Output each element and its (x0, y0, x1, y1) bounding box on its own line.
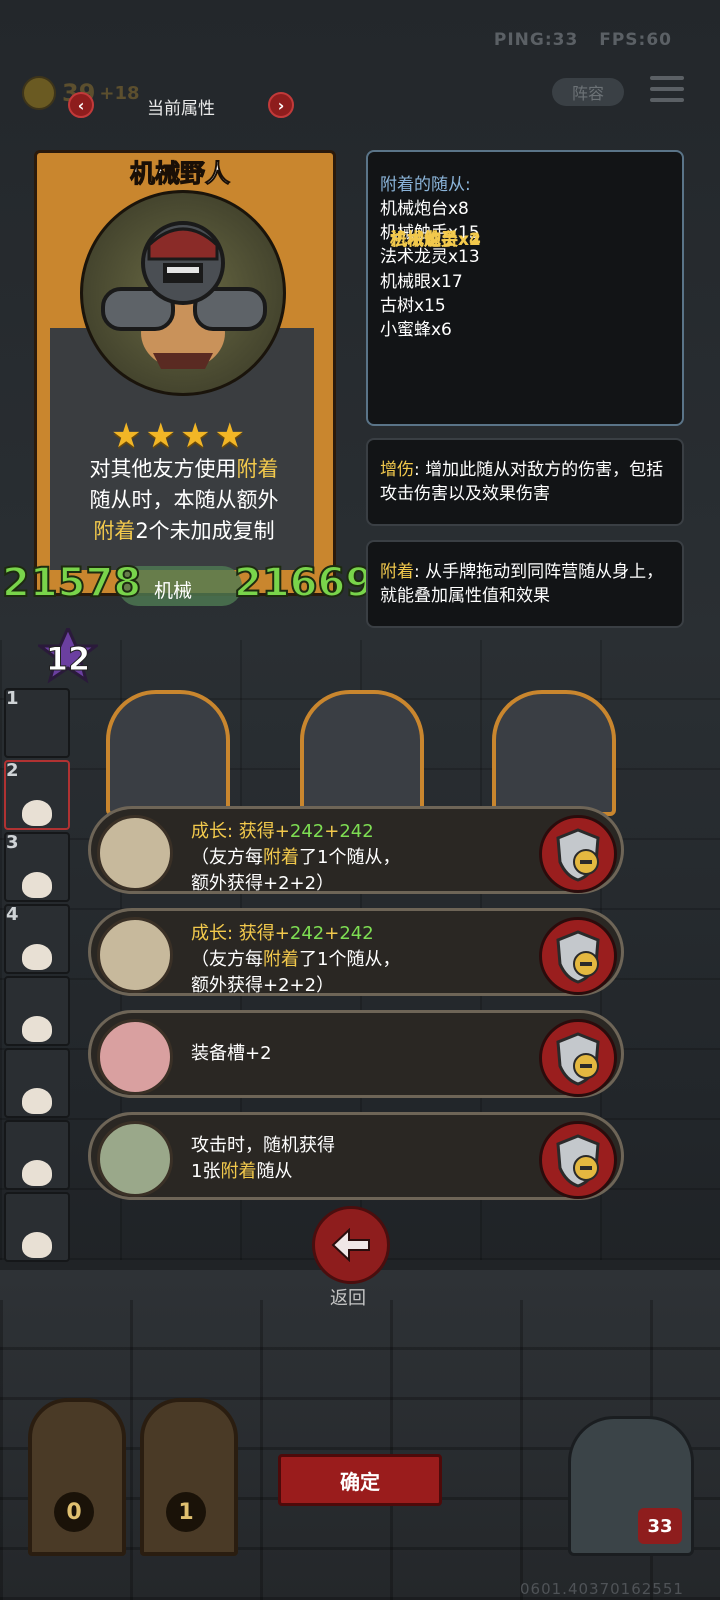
card-description: 对其他友方使用附着 随从时，本随从额外 附着2个未加成复制 (89, 457, 279, 543)
upgrade-row: 装备槽+2 (88, 1010, 624, 1098)
attached-minion-row: 古树x15 (380, 295, 446, 316)
side-slot[interactable] (4, 976, 70, 1046)
remove-upgrade-button[interactable] (539, 1019, 617, 1097)
keyword-name: 附着 (380, 562, 414, 582)
skull-icon (22, 1160, 52, 1186)
confirm-label: 确定 (340, 1469, 380, 1494)
tavern-level-badge: 12 (35, 624, 101, 684)
remove-upgrade-button[interactable] (539, 1121, 617, 1199)
fps-readout: FPS:60 (599, 30, 672, 50)
keyword-attach: 附着 (93, 519, 136, 543)
lineup-button[interactable]: 阵容 (552, 78, 624, 106)
attached-minion-row: 机械炮台x8 (380, 199, 469, 219)
side-slot[interactable] (4, 1120, 70, 1190)
skull-icon (22, 1232, 52, 1258)
side-slot[interactable] (4, 1048, 70, 1118)
coin-icon (22, 76, 56, 110)
tribe-label: 机械 (154, 580, 193, 602)
keyword-name: 增伤 (380, 460, 414, 480)
chest-door[interactable]: 1 (140, 1398, 238, 1556)
network-stats: PING:33 FPS:60 (480, 30, 672, 50)
prev-arrow-button[interactable]: ‹ (68, 92, 94, 118)
skull-icon (22, 800, 52, 826)
shield-minus-icon (556, 1134, 600, 1188)
minion-card: 机械野人 ★★★★ 对其他友方使用附着 随从时，本随从额外 附着2个未加成复制 21… (1, 136, 374, 616)
pig-icon (97, 1019, 173, 1095)
attached-minions-heading: 附着的随从: (380, 175, 471, 195)
back-label: 返回 (330, 1288, 366, 1309)
upgrade-row: 成长: 获得+242+242 （友方每附着了1个随从， 额外获得+2+2） (88, 908, 624, 996)
shield-minus-icon (556, 930, 600, 984)
skull-icon (22, 1016, 52, 1042)
health-stat: 21669 (233, 559, 374, 607)
remove-upgrade-button[interactable] (539, 815, 617, 893)
side-slot[interactable]: 4 (4, 904, 70, 974)
star-rating: ★★★★ (111, 416, 249, 456)
shield-minus-icon (556, 1032, 600, 1086)
next-arrow-button[interactable]: › (268, 92, 294, 118)
hero-health: 33 (638, 1508, 682, 1544)
attribute-title: 当前属性 (147, 99, 215, 119)
upgrade-row: 成长: 获得+242+242 （友方每附着了1个随从， 额外获得+2+2） (88, 806, 624, 894)
attached-minions-panel: 附着的随从: 机械炮台x8 法术龙灵x4 机械炮台x2 机械触手x15 法术龙灵x13 机… (366, 150, 684, 426)
remove-upgrade-button[interactable] (539, 917, 617, 995)
mech-turret-icon (97, 815, 173, 891)
ping-readout: PING:33 (493, 30, 579, 50)
attached-minion-row: 机械眼x17 (380, 271, 463, 292)
attribute-header: ‹ 当前属性 › (68, 92, 294, 120)
arrow-left-icon (331, 1228, 370, 1262)
upgrade-text: 攻击时，随机获得 1张附着随从 (191, 1135, 335, 1182)
chevron-left-icon: ‹ (77, 95, 85, 115)
attack-stat: 21578 (1, 559, 142, 607)
back-button[interactable] (312, 1206, 390, 1284)
mech-savage-portrait (80, 190, 286, 396)
upgrade-text: 装备槽+2 (191, 1043, 272, 1064)
skull-icon (22, 872, 52, 898)
skull-icon (22, 1088, 52, 1114)
hamburger-menu-icon[interactable] (650, 76, 684, 104)
tavern-level: 12 (45, 640, 91, 679)
side-slot[interactable] (4, 1192, 70, 1262)
keyword-box-damage: 增伤: 增加此随从对敌方的伤害，包括攻击伤害以及效果伤害 (366, 438, 684, 526)
attached-minion-row: 小蜜蜂x6 (380, 320, 452, 341)
board-minion[interactable] (106, 690, 230, 816)
side-slot[interactable]: 1 (4, 688, 70, 758)
chevron-right-icon: › (277, 95, 285, 115)
keyword-box-attach: 附着: 从手牌拖动到同阵营随从身上，就能叠加属性值和效果 (366, 540, 684, 628)
shield-minus-icon (556, 828, 600, 882)
chest-count: 0 (54, 1492, 94, 1532)
side-slot[interactable]: 3 (4, 832, 70, 902)
upgrade-text: 成长: 获得+242+242 （友方每附着了1个随从， 额外获得+2+2） (191, 923, 401, 996)
upgrade-text: 成长: 获得+242+242 （友方每附着了1个随从， 额外获得+2+2） (191, 821, 401, 894)
card-name: 机械野人 (129, 159, 230, 189)
mech-turret-icon (97, 917, 173, 993)
upgrade-row: 攻击时，随机获得 1张附着随从 (88, 1112, 624, 1200)
keyword-attach: 附着 (236, 457, 279, 481)
attached-minion-row: 机械触手x2 (390, 230, 481, 250)
board-minion[interactable] (300, 690, 424, 816)
skull-icon (22, 944, 52, 970)
chest-door[interactable]: 0 (28, 1398, 126, 1556)
lineup-label: 阵容 (571, 84, 604, 103)
board-minion[interactable] (492, 690, 616, 816)
confirm-button[interactable]: 确定 (278, 1454, 442, 1506)
side-slot[interactable]: 2 (4, 760, 70, 830)
chest-count: 1 (166, 1492, 206, 1532)
build-id: 0601.40370162551 (520, 1580, 684, 1598)
mech-arm-icon (97, 1121, 173, 1197)
